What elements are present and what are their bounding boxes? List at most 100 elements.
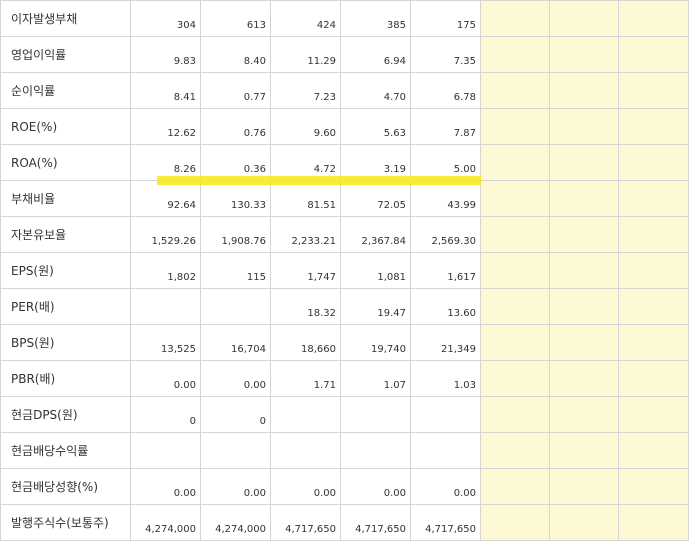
value-cell: 8.41 <box>130 72 201 109</box>
table-row: ROA(%) 8.26 0.36 4.72 3.19 5.00 <box>0 144 689 181</box>
value-cell: 2,367.84 <box>340 216 411 253</box>
empty-cell <box>549 252 619 289</box>
table-row: PER(배) 18.32 19.47 13.60 <box>0 288 689 325</box>
table-row: EPS(원) 1,802 115 1,747 1,081 1,617 <box>0 252 689 289</box>
table-row: 부채비율 92.64 130.33 81.51 72.05 43.99 <box>0 180 689 217</box>
empty-cell <box>480 288 550 325</box>
table-row: 순이익률 8.41 0.77 7.23 4.70 6.78 <box>0 72 689 109</box>
value-cell: 2,569.30 <box>410 216 481 253</box>
empty-cell <box>480 216 550 253</box>
value-cell: 18,660 <box>270 324 341 361</box>
empty-cell <box>618 396 689 433</box>
value-cell <box>200 288 271 325</box>
value-cell: 0.00 <box>410 468 481 505</box>
row-label: 이자발생부채 <box>0 0 131 37</box>
empty-cell <box>480 72 550 109</box>
value-cell: 1.07 <box>340 360 411 397</box>
value-cell: 175 <box>410 0 481 37</box>
value-cell: 4,717,650 <box>340 504 411 541</box>
empty-cell <box>480 252 550 289</box>
table-row: 현금배당수익률 <box>0 432 689 469</box>
value-cell: 2,233.21 <box>270 216 341 253</box>
value-cell: 7.87 <box>410 108 481 145</box>
empty-cell <box>618 468 689 505</box>
value-cell: 4.72 <box>270 144 341 181</box>
row-label: BPS(원) <box>0 324 131 361</box>
table-row: 현금DPS(원) 0 0 <box>0 396 689 433</box>
table-body: 이자발생부채 304 613 424 385 175 영업이익률 9.83 8.40 11.29 6… <box>0 0 689 541</box>
empty-cell <box>618 252 689 289</box>
empty-cell <box>618 360 689 397</box>
empty-cell <box>618 108 689 145</box>
empty-cell <box>549 324 619 361</box>
value-cell: 0.00 <box>130 360 201 397</box>
cut-off-footnote <box>340 466 690 472</box>
empty-cell <box>549 504 619 541</box>
value-cell: 18.32 <box>270 288 341 325</box>
value-cell: 9.60 <box>270 108 341 145</box>
value-cell: 0.00 <box>270 468 341 505</box>
value-cell: 7.23 <box>270 72 341 109</box>
empty-cell <box>549 468 619 505</box>
value-cell: 13,525 <box>130 324 201 361</box>
empty-cell <box>549 36 619 73</box>
value-cell: 4,274,000 <box>200 504 271 541</box>
row-label: 영업이익률 <box>0 36 131 73</box>
value-cell: 3.19 <box>340 144 411 181</box>
empty-cell <box>480 324 550 361</box>
empty-cell <box>549 72 619 109</box>
empty-cell <box>549 360 619 397</box>
value-cell <box>270 432 341 469</box>
value-cell: 1,747 <box>270 252 341 289</box>
empty-cell <box>480 36 550 73</box>
value-cell: 1,802 <box>130 252 201 289</box>
table-row: 영업이익률 9.83 8.40 11.29 6.94 7.35 <box>0 36 689 73</box>
row-label: 발행주식수(보통주) <box>0 504 131 541</box>
empty-cell <box>618 216 689 253</box>
empty-cell <box>618 504 689 541</box>
empty-cell <box>618 432 689 469</box>
value-cell: 1,081 <box>340 252 411 289</box>
value-cell: 0 <box>130 396 201 433</box>
empty-cell <box>618 144 689 181</box>
value-cell: 4,274,000 <box>130 504 201 541</box>
value-cell <box>410 396 481 433</box>
empty-cell <box>618 0 689 37</box>
value-cell: 0.00 <box>200 360 271 397</box>
empty-cell <box>480 504 550 541</box>
empty-cell <box>549 180 619 217</box>
row-label: 현금DPS(원) <box>0 396 131 433</box>
table-row: ROE(%) 12.62 0.76 9.60 5.63 7.87 <box>0 108 689 145</box>
value-cell: 7.35 <box>410 36 481 73</box>
value-cell: 19.47 <box>340 288 411 325</box>
value-cell: 304 <box>130 0 201 37</box>
empty-cell <box>618 324 689 361</box>
value-cell: 0.00 <box>340 468 411 505</box>
value-cell <box>340 432 411 469</box>
value-cell: 613 <box>200 0 271 37</box>
value-cell: 43.99 <box>410 180 481 217</box>
value-cell: 8.40 <box>200 36 271 73</box>
financial-ratio-table: 이자발생부채 304 613 424 385 175 영업이익률 9.83 8.40 11.29 6… <box>0 0 689 541</box>
value-cell: 16,704 <box>200 324 271 361</box>
value-cell: 0 <box>200 396 271 433</box>
value-cell: 1,529.26 <box>130 216 201 253</box>
row-label: EPS(원) <box>0 252 131 289</box>
table-row: BPS(원) 13,525 16,704 18,660 19,740 21,349 <box>0 324 689 361</box>
empty-cell <box>549 288 619 325</box>
empty-cell <box>549 432 619 469</box>
value-cell: 11.29 <box>270 36 341 73</box>
value-cell: 0.00 <box>130 468 201 505</box>
empty-cell <box>618 36 689 73</box>
empty-cell <box>480 468 550 505</box>
empty-cell <box>480 432 550 469</box>
row-label: 현금배당수익률 <box>0 432 131 469</box>
empty-cell <box>549 396 619 433</box>
value-cell: 0.77 <box>200 72 271 109</box>
empty-cell <box>480 360 550 397</box>
empty-cell <box>618 288 689 325</box>
empty-cell <box>480 108 550 145</box>
value-cell: 12.62 <box>130 108 201 145</box>
value-cell: 81.51 <box>270 180 341 217</box>
row-label: ROA(%) <box>0 144 131 181</box>
